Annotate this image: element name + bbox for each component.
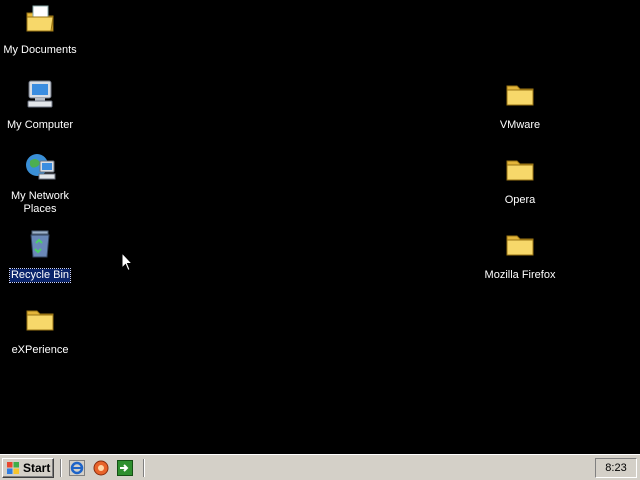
my-computer-icon <box>27 80 53 108</box>
windows-logo-icon <box>7 462 19 474</box>
system-tray-clock[interactable]: 8:23 <box>595 458 637 478</box>
desktop-icon-my-computer[interactable]: My Computer <box>0 78 80 133</box>
desktop[interactable]: My Documents My Computer My Network Plac… <box>0 0 640 454</box>
recycle-bin-icon <box>30 230 50 258</box>
desktop-icon-label: eXPerience <box>11 344 69 356</box>
desktop-icon-label: My Network Places <box>10 190 70 215</box>
my-documents-icon <box>26 5 54 32</box>
folder-icon <box>506 160 534 181</box>
mouse-cursor-icon <box>121 252 133 272</box>
desktop-icon-my-network-places[interactable]: My Network Places <box>0 151 80 217</box>
start-button[interactable]: Start <box>2 458 54 478</box>
desktop-icon-label: VMware <box>499 119 541 131</box>
internet-explorer-icon[interactable] <box>69 460 85 476</box>
desktop-icon-vmware[interactable]: VMware <box>480 78 560 133</box>
desktop-icon-label: My Computer <box>6 119 74 131</box>
desktop-icon-label: Opera <box>504 194 536 206</box>
desktop-icon-label: My Documents <box>3 44 77 56</box>
folder-icon <box>26 310 54 331</box>
folder-icon <box>506 85 534 106</box>
desktop-icon-mozilla-firefox[interactable]: Mozilla Firefox <box>480 228 560 283</box>
start-label: Start <box>23 461 51 475</box>
taskbar-separator <box>60 459 62 477</box>
taskbar-separator <box>143 459 145 477</box>
show-desktop-icon[interactable] <box>117 460 133 476</box>
media-icon[interactable] <box>93 460 109 476</box>
desktop-icon-opera[interactable]: Opera <box>480 153 560 208</box>
desktop-icon-label: Mozilla Firefox <box>484 269 556 281</box>
taskbar: Start 8:23 <box>0 454 640 480</box>
folder-icon <box>506 235 534 256</box>
clock-text: 8:23 <box>605 462 627 474</box>
desktop-icon-label: Recycle Bin <box>8 268 72 283</box>
network-places-icon <box>26 154 56 180</box>
desktop-icon-experience[interactable]: eXPerience <box>0 303 80 358</box>
desktop-icon-my-documents[interactable]: My Documents <box>0 3 80 58</box>
desktop-icon-recycle-bin[interactable]: Recycle Bin <box>0 228 80 283</box>
